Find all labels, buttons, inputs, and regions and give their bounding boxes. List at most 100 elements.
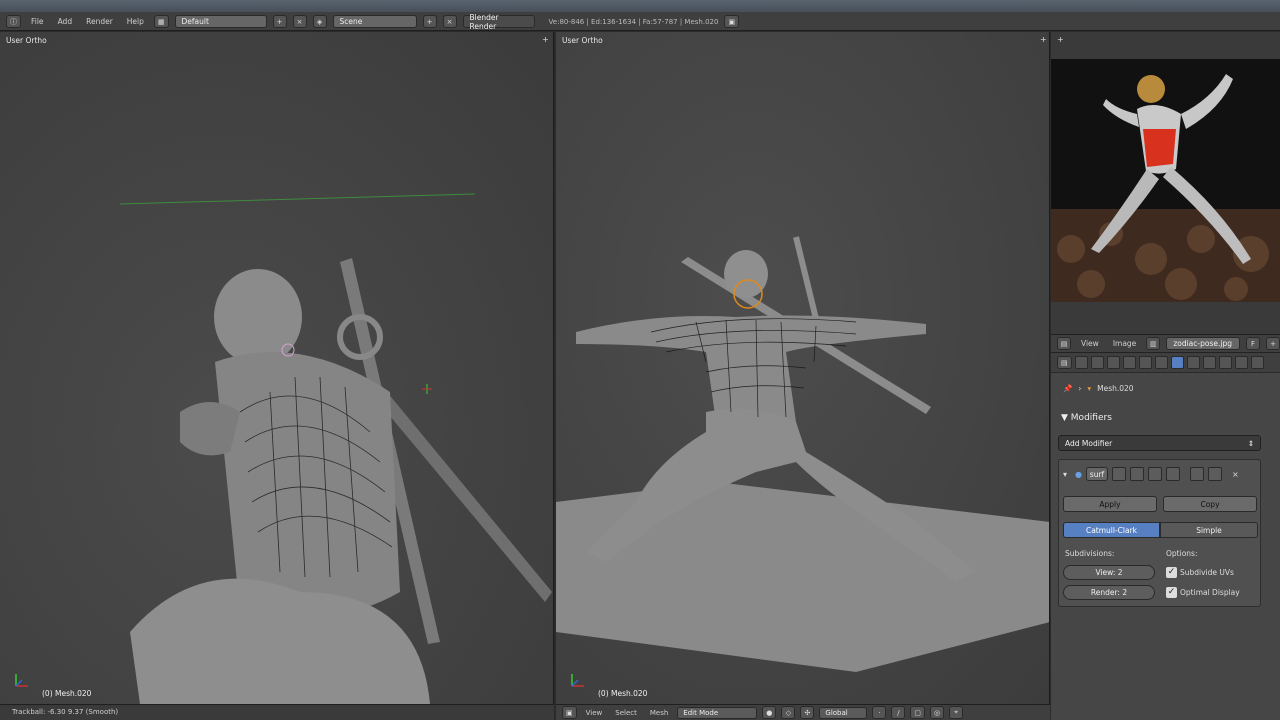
image-editor-type-button[interactable]: ▤ — [1057, 337, 1071, 350]
menu-file[interactable]: File — [27, 17, 48, 26]
show-editmode-icon[interactable] — [1147, 467, 1162, 481]
tab-physics[interactable] — [1250, 356, 1264, 369]
show-render-icon[interactable] — [1111, 467, 1126, 481]
optimal-display-checkbox[interactable]: ✓ Optimal Display — [1166, 587, 1240, 598]
right-3d-viewport[interactable]: User Ortho + (0) Mesh.020 — [556, 32, 1050, 704]
move-up-icon[interactable] — [1189, 467, 1204, 481]
orientation-select[interactable]: Global — [819, 706, 868, 719]
layout-close-icon[interactable]: × — [292, 15, 307, 28]
viewport-menu-mesh[interactable]: Mesh — [646, 709, 672, 717]
copy-button[interactable]: Copy — [1163, 496, 1257, 512]
collapse-triangle-icon: ▼ — [1061, 413, 1068, 423]
info-header: ⓘ File Add Render Help ▦ Default + × ◈ S… — [0, 0, 1280, 31]
left-object-label: (0) Mesh.020 — [42, 689, 92, 698]
snap-icon[interactable]: ⌖ — [949, 706, 964, 719]
mode-select[interactable]: Edit Mode — [677, 706, 758, 719]
image-menu-view[interactable]: View — [1077, 339, 1103, 348]
layout-icon[interactable]: ▦ — [153, 15, 169, 28]
menu-help[interactable]: Help — [123, 17, 148, 26]
tab-texture[interactable] — [1218, 356, 1232, 369]
tab-particles[interactable] — [1234, 356, 1248, 369]
modifier-header-row: ▾ ● surf × — [1063, 465, 1258, 483]
remove-modifier-icon[interactable]: × — [1232, 470, 1239, 479]
scene-field[interactable]: Scene — [332, 15, 417, 28]
menu-render[interactable]: Render — [82, 17, 117, 26]
properties-type-button[interactable]: ▤ — [1057, 356, 1072, 369]
modifier-name-field[interactable]: surf — [1085, 467, 1108, 481]
subdivide-uvs-checkbox[interactable]: ✓ Subdivide UVs — [1166, 567, 1234, 578]
proportional-edit-icon[interactable]: ◎ — [930, 706, 945, 719]
face-select-icon[interactable]: ▢ — [910, 706, 926, 719]
right-object-label: (0) Mesh.020 — [598, 689, 648, 698]
scene-icon[interactable]: ◈ — [312, 15, 327, 28]
right-axis-gizmo — [571, 674, 584, 687]
manipulator-icon[interactable]: ✣ — [800, 706, 815, 719]
vertex-select-icon[interactable]: · — [872, 706, 887, 719]
show-viewport-icon[interactable] — [1129, 467, 1144, 481]
viewport-type-button[interactable]: ▣ — [562, 706, 577, 719]
tab-layers[interactable] — [1090, 356, 1104, 369]
left-model — [119, 193, 552, 704]
image-editor[interactable]: + — [1051, 32, 1280, 335]
image-editor-header: ▤ View Image ▥ zodiac-pose.jpg F + — [1051, 335, 1280, 353]
left-3d-viewport[interactable]: User Ortho + (0) Mesh.020 — [0, 32, 554, 704]
mesh-icon: ▾ — [1087, 384, 1092, 393]
move-down-icon[interactable] — [1207, 467, 1222, 481]
tab-world[interactable] — [1122, 356, 1136, 369]
pin-icon[interactable]: 📌 — [1063, 384, 1072, 393]
simple-toggle[interactable]: Simple — [1160, 522, 1258, 538]
left-axis-gizmo — [15, 674, 28, 687]
subdivisions-label: Subdivisions: — [1065, 549, 1115, 558]
viewport-menu-select[interactable]: Select — [611, 709, 641, 717]
viewport-menu-view[interactable]: View — [582, 709, 607, 717]
properties-header: ▤ — [1051, 353, 1280, 373]
apply-button[interactable]: Apply — [1063, 496, 1157, 512]
scene-add-icon[interactable]: + — [422, 15, 437, 28]
add-modifier-dropdown[interactable]: Add Modifier ⇕ — [1058, 435, 1261, 451]
checkmark-icon: ✓ — [1166, 587, 1177, 598]
tab-modifiers[interactable] — [1170, 356, 1184, 369]
shading-icon[interactable]: ● — [762, 706, 777, 719]
tab-scene[interactable] — [1106, 356, 1120, 369]
scene-stats: Ve:80-846 | Ed:136-1634 | Fa:57-787 | Me… — [548, 17, 719, 26]
chevron-right-icon: › — [1078, 384, 1082, 393]
checkmark-icon: ✓ — [1166, 567, 1177, 578]
render-engine-select[interactable]: Blender Render — [462, 13, 535, 31]
tab-material[interactable] — [1202, 356, 1216, 369]
tab-constraints[interactable] — [1154, 356, 1168, 369]
dropdown-arrows-icon: ⇕ — [1247, 438, 1254, 448]
breadcrumb: 📌 › ▾ Mesh.020 — [1063, 384, 1134, 393]
info-header-row: ⓘ File Add Render Help ▦ Default + × ◈ S… — [0, 12, 1280, 31]
image-new-icon[interactable]: + — [1266, 337, 1280, 350]
tab-render[interactable] — [1074, 356, 1088, 369]
image-name-field[interactable]: zodiac-pose.jpg — [1166, 337, 1241, 350]
view-levels-field[interactable]: View: 2 — [1063, 565, 1155, 580]
tab-object[interactable] — [1138, 356, 1152, 369]
modifiers-section-title[interactable]: ▼ Modifiers — [1061, 413, 1112, 423]
breadcrumb-object: Mesh.020 — [1097, 384, 1134, 393]
catmull-clark-toggle[interactable]: Catmull-Clark — [1063, 522, 1160, 538]
image-browse-icon[interactable]: ▥ — [1146, 337, 1161, 350]
image-menu-image[interactable]: Image — [1109, 339, 1141, 348]
layout-field[interactable]: Default — [174, 15, 267, 28]
image-editor-expand-icon[interactable]: + — [1057, 35, 1064, 44]
window-title-strip — [0, 0, 1280, 12]
modifier-type-icon: ● — [1075, 469, 1082, 479]
show-cage-icon[interactable] — [1165, 467, 1180, 481]
edge-select-icon[interactable]: / — [891, 706, 906, 719]
scene-close-icon[interactable]: × — [442, 15, 457, 28]
right-side-panel: + ▤ View Image ▥ zodiac-pose.jpg F + ▤ 📌… — [1051, 32, 1280, 720]
reference-image — [1051, 59, 1280, 302]
pivot-icon[interactable]: ◇ — [781, 706, 796, 719]
layout-add-icon[interactable]: + — [272, 15, 287, 28]
image-fake-user-icon[interactable]: F — [1246, 337, 1261, 350]
expand-arrow-icon[interactable]: ▾ — [1063, 470, 1071, 479]
render-levels-field[interactable]: Render: 2 — [1063, 585, 1155, 600]
tab-data[interactable] — [1186, 356, 1200, 369]
subsurf-modifier-panel: ▾ ● surf × Apply Copy Catmull-Clark Simp… — [1058, 459, 1261, 607]
editor-type-button[interactable]: ⓘ — [6, 15, 21, 28]
menu-add[interactable]: Add — [54, 17, 77, 26]
right-model — [556, 236, 1049, 672]
options-label: Options: — [1166, 549, 1198, 558]
screenshot-icon[interactable]: ▣ — [724, 15, 740, 28]
